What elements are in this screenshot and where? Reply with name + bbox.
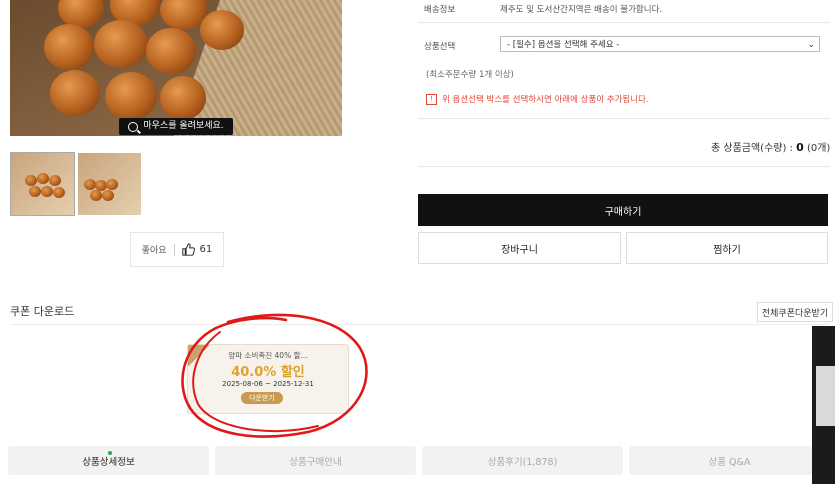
option-select[interactable]: - [필수] 옵션을 선택해 주세요 - ⌄ [500,36,820,52]
product-thumbnail-2[interactable] [78,153,141,215]
zoom-hint: 마우스를 올려보세요. [119,118,233,135]
cart-button[interactable]: 장바구니 [418,232,621,264]
download-all-coupons-button[interactable]: 전체쿠폰다운받기 [757,302,833,322]
like-button[interactable]: 좋아요 61 [130,232,224,267]
tab-purchase-guide[interactable]: 상품구매안내 [215,446,416,475]
tab-qna[interactable]: 상품 Q&A [629,446,830,475]
shipping-text: 제주도 및 도서산간지역은 배송이 불가합니다. [500,5,663,15]
shipping-label: 배송정보 [424,5,456,15]
alert-icon: ! [426,93,437,105]
thumbs-up-icon [181,243,195,256]
chevron-down-icon: ⌄ [807,40,815,50]
tab-product-detail[interactable]: 상품상세정보 [8,446,209,475]
min-order-text: (최소주문수량 1개 이상) [426,70,514,80]
total-amount: 총 상품금액(수량) : 0 (0개) [711,141,831,154]
overlay-strip [812,326,835,484]
buy-button[interactable]: 구매하기 [418,194,828,226]
product-main-image[interactable] [10,0,342,136]
option-label: 상품선택 [424,42,456,52]
total-qty: (0개) [806,143,831,154]
like-label: 좋아요 [141,246,167,256]
coupon-section-title: 쿠폰 다운로드 [10,305,75,318]
annotation-circle [181,313,368,438]
active-dot [108,451,112,455]
product-thumbnail-1[interactable] [10,152,75,216]
magnifier-icon [128,121,139,132]
tab-reviews[interactable]: 상품후기(1,878) [422,446,623,475]
like-count: 61 [199,244,213,255]
wishlist-button[interactable]: 찜하기 [626,232,828,264]
option-warning: ! 위 옵션선택 박스를 선택하시면 아래에 상품이 추가됩니다. [426,93,649,105]
total-value: 0 [796,141,804,154]
